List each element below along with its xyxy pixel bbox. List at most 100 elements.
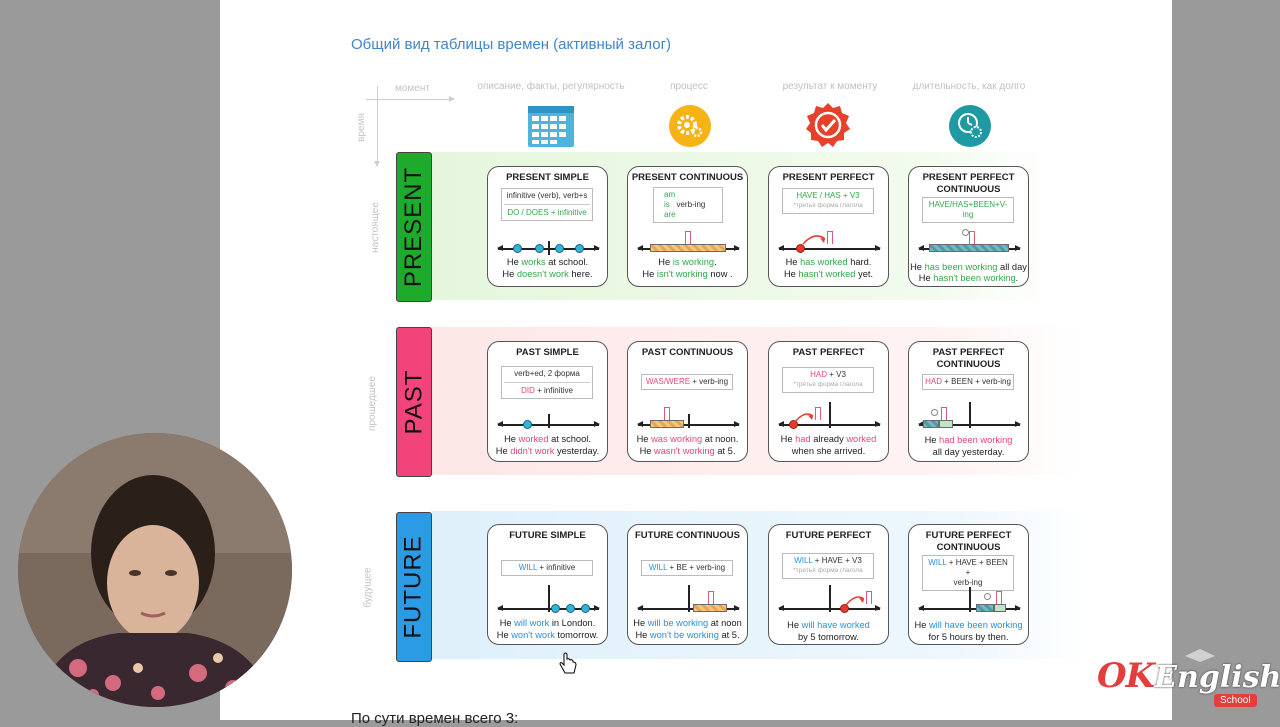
formula-box: infinitive (verb), verb+s DO / DOES + in… [501, 188, 593, 221]
card-title: FUTURE PERFECT CONTINUOUS [925, 530, 1012, 553]
formula-note: *третья форма глагола [793, 202, 863, 209]
formula-line: infinitive (verb), verb+s [506, 191, 588, 200]
card-title: PRESENT PERFECT CONTINUOUS [922, 172, 1015, 195]
card-past-simple: PAST SIMPLE verb+ed, 2 форма DID + infin… [487, 341, 608, 462]
now-marker [969, 587, 971, 612]
formula-box: WILL + HAVE + V3 *третья форма глагола [782, 553, 874, 579]
result-bar [939, 420, 953, 428]
result-bar [994, 604, 1006, 612]
event-dot [566, 604, 575, 613]
progress-bar [650, 420, 684, 428]
formula-box: HAVE / HAS + V3 *третья форма глагола [782, 188, 874, 214]
moment-pin [941, 407, 947, 420]
formula-line: DO / DOES + infinitive [504, 204, 590, 218]
event-dot [551, 604, 560, 613]
example-1: He will work in London. [499, 618, 596, 628]
presenter-image [18, 433, 292, 707]
formula-line: HAVE / HAS + V3 [796, 191, 860, 200]
now-pin [969, 231, 975, 244]
tab-present-label: PRESENT [400, 166, 428, 288]
clock-icon [984, 593, 991, 600]
side-label-future: будущее [362, 567, 374, 608]
card-title: FUTURE CONTINUOUS [634, 530, 741, 541]
formula-line: is verb-ing [664, 200, 706, 209]
document-title: Общий вид таблицы времен (активный залог… [351, 36, 672, 53]
example-2: He doesn't work here. [502, 269, 593, 279]
side-label-present: настоящее [369, 202, 381, 253]
example-2: for 5 hours by then. [928, 632, 1009, 642]
card-title: PAST SIMPLE [516, 347, 579, 358]
card-present-continuous: PRESENT CONTINUOUS am is verb-ing are He… [627, 166, 748, 287]
formula-line: HAD + BEEN + verb-ing [925, 377, 1011, 386]
event-dot [575, 244, 584, 253]
card-title: FUTURE PERFECT [785, 530, 872, 541]
formula-line: WAS/WERE + verb-ing [645, 377, 729, 386]
time-axis-arrow [374, 86, 380, 167]
event-dot [581, 604, 590, 613]
formula-line: WILL + HAVE + BEEN + [928, 558, 1008, 577]
column-header-duration: длительность, как долго [912, 81, 1026, 92]
example-2: when she arrived. [791, 446, 866, 456]
formula-line: HAVE/HAS+BEEN+V-ing [928, 200, 1008, 219]
card-future-perfect: FUTURE PERFECT WILL + HAVE + V3 *третья … [768, 524, 889, 645]
axis-label-time: время [355, 113, 367, 142]
event-dot [513, 244, 522, 253]
now-marker [548, 585, 550, 612]
formula-box: am is verb-ing are [653, 187, 723, 223]
formula-line: DID + infinitive [504, 382, 590, 396]
presenter-webcam [18, 433, 292, 707]
example-1: He had been working [924, 435, 1013, 445]
card-title: PRESENT CONTINUOUS [631, 172, 744, 183]
card-title: PAST CONTINUOUS [641, 347, 734, 358]
now-marker [829, 585, 831, 612]
logo-ok: OK [1097, 656, 1155, 696]
formula-line: are [664, 210, 676, 219]
formula-line: verb-ing [953, 578, 983, 587]
clock-icon [962, 229, 969, 236]
side-label-past: прошедшее [366, 376, 378, 431]
now-marker [548, 241, 550, 255]
card-present-perfect: PRESENT PERFECT HAVE / HAS + V3 *третья … [768, 166, 889, 287]
event-dot [555, 244, 564, 253]
formula-line: verb+ed, 2 форма [514, 369, 580, 378]
tab-past-label: PAST [400, 369, 427, 435]
example-1: He has worked hard. [785, 257, 872, 267]
timeline [778, 245, 881, 251]
now-marker [688, 585, 690, 612]
example-2: all day yesterday. [932, 447, 1005, 457]
example-2: by 5 tomorrow. [798, 632, 859, 642]
example-1: He works at school. [506, 257, 589, 267]
clock-icon [931, 409, 938, 416]
next-heading: По сути времен всего 3: [351, 710, 519, 727]
formula-box: WILL + BE + verb-ing [641, 560, 733, 576]
formula-box: WILL + HAVE + BEEN + verb-ing [922, 555, 1014, 591]
card-past-continuous: PAST CONTINUOUS WAS/WERE + verb-ing He w… [627, 341, 748, 462]
formula-line: HAD + V3 [810, 370, 846, 379]
duration-bar [929, 244, 1009, 252]
result-arrow-icon [845, 596, 865, 606]
logo-english: English [1154, 660, 1280, 695]
tab-future-label: FUTURE [400, 535, 428, 639]
progress-bar [693, 604, 727, 612]
example-2: He didn't work yesterday. [495, 446, 600, 456]
example-2: He hasn't been working. [918, 273, 1019, 283]
card-future-perfect-continuous: FUTURE PERFECT CONTINUOUS WILL + HAVE + … [908, 524, 1029, 645]
moment-pin [996, 591, 1002, 604]
event-dot [535, 244, 544, 253]
card-future-simple: FUTURE SIMPLE WILL + infinitive He will … [487, 524, 608, 645]
now-marker [548, 414, 550, 428]
clock-gear-icon [949, 105, 991, 147]
moment-pin [708, 591, 714, 604]
formula-box: HAVE/HAS+BEEN+V-ing [922, 197, 1014, 223]
example-2: He won't work tomorrow. [496, 630, 599, 640]
checkmark-badge-icon [806, 103, 850, 147]
formula-line: am [664, 190, 676, 199]
card-present-perfect-continuous: PRESENT PERFECT CONTINUOUS HAVE/HAS+BEEN… [908, 166, 1029, 287]
formula-box: HAD + BEEN + verb-ing [922, 374, 1014, 390]
graduation-cap-icon [1185, 649, 1215, 662]
moment-axis-arrow [366, 96, 455, 102]
card-title: PAST PERFECT CONTINUOUS [932, 347, 1005, 370]
hand-cursor-icon [559, 652, 577, 674]
formula-line: WILL + HAVE + V3 [794, 556, 862, 565]
tab-future: FUTURE [396, 512, 432, 662]
